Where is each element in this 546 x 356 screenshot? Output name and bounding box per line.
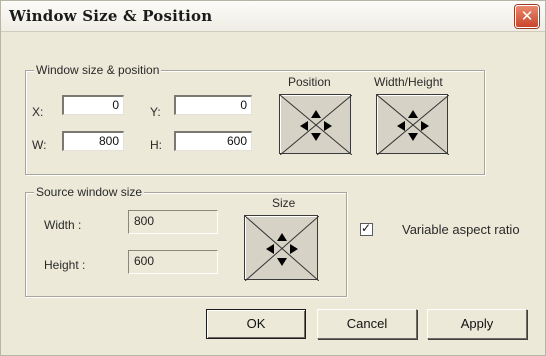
window-size-position-dialog: Window Size & Position ✕ Window size & p… [0, 0, 546, 356]
variable-aspect-label[interactable]: Variable aspect ratio [402, 222, 520, 237]
cancel-button[interactable]: Cancel [317, 309, 417, 339]
y-input[interactable]: 0 [174, 95, 252, 115]
h-label: H: [150, 138, 162, 152]
ok-button[interactable]: OK [206, 309, 306, 339]
window-size-position-group: Window size & position X: 0 Y: 0 W: 800 … [25, 63, 485, 175]
apply-button[interactable]: Apply [427, 309, 527, 339]
source-width-label: Width : [44, 218, 82, 232]
close-button[interactable]: ✕ [515, 5, 539, 28]
source-window-size-legend: Source window size [34, 185, 145, 199]
source-window-size-group: Source window size Width : 800 Height : … [25, 185, 347, 297]
title-bar[interactable]: Window Size & Position ✕ [1, 1, 545, 32]
checkmark-icon: ✓ [361, 221, 372, 235]
close-icon: ✕ [520, 7, 534, 25]
source-height-label: Height : [44, 258, 86, 272]
size-pad[interactable] [244, 215, 319, 281]
four-way-arrow-pad-icon [377, 95, 449, 155]
size-label: Size [272, 196, 296, 210]
source-height-field: 600 [128, 250, 218, 274]
width-height-label: Width/Height [374, 75, 443, 89]
position-label: Position [288, 75, 331, 89]
x-label: X: [32, 105, 44, 119]
four-way-arrow-pad-icon [245, 216, 319, 281]
window-size-position-legend: Window size & position [34, 63, 162, 77]
w-input[interactable]: 800 [62, 131, 124, 151]
w-label: W: [32, 138, 47, 152]
y-label: Y: [150, 105, 161, 119]
position-pad[interactable] [279, 94, 352, 155]
width-height-pad[interactable] [376, 94, 449, 155]
h-input[interactable]: 600 [174, 131, 252, 151]
dialog-title: Window Size & Position [9, 7, 213, 25]
four-way-arrow-pad-icon [280, 95, 352, 155]
variable-aspect-checkbox[interactable]: ✓ [360, 221, 373, 236]
source-width-field: 800 [128, 210, 218, 234]
x-input[interactable]: 0 [62, 95, 124, 115]
